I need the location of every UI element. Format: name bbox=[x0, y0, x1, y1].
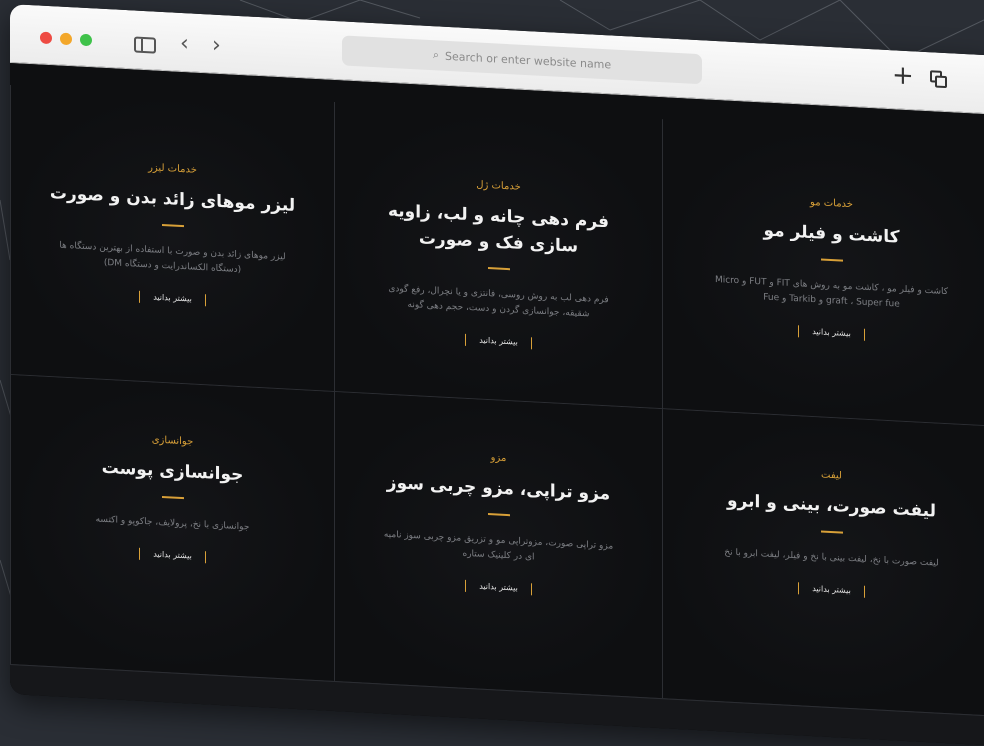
service-category: خدمات لیزر bbox=[148, 162, 197, 176]
address-bar[interactable]: ⌕ Search or enter website name bbox=[342, 35, 702, 85]
back-arrow-icon[interactable]: ‹ bbox=[180, 31, 189, 56]
gold-divider bbox=[487, 267, 510, 271]
learn-more-button[interactable]: بیشتر بدانید bbox=[798, 323, 865, 341]
service-card: خدمات لیزر لیزر موهای زائد بدن و صورت لی… bbox=[10, 85, 334, 392]
services-grid: خدمات مو کاشت و فیلر مو کاشت و فیلر مو ،… bbox=[10, 85, 984, 717]
address-placeholder: Search or enter website name bbox=[444, 49, 612, 72]
service-card: جوانسازی جوانسازی پوست جوانسازی با نخ، پ… bbox=[10, 375, 334, 682]
tab-overview-icon[interactable] bbox=[930, 70, 947, 89]
gold-divider bbox=[487, 513, 510, 517]
service-card: لیفت لیفت صورت، بینی و ابرو لیفت صورت با… bbox=[662, 409, 984, 717]
gold-divider bbox=[820, 530, 843, 534]
service-title: کاشت و فیلر مو bbox=[763, 220, 900, 248]
service-card: خدمات ژل فرم دهی چانه و لب، زاویه سازی ف… bbox=[334, 101, 662, 410]
minimize-window-button[interactable] bbox=[60, 32, 72, 46]
service-category: خدمات ژل bbox=[476, 179, 521, 193]
service-category: خدمات مو bbox=[810, 196, 853, 211]
service-description: لیفت صورت با نخ، لیفت بینی با نخ و فیلر،… bbox=[724, 547, 939, 569]
service-description: جوانسازی با نخ، پرولایف، جاکوپو و اکتسه bbox=[95, 514, 250, 533]
service-description: کاشت و فیلر مو ، کاشت مو به روش های FIT … bbox=[714, 274, 949, 310]
service-description: فرم دهی لب به روش روسی، فانتزی و یا نچرا… bbox=[388, 283, 609, 320]
service-title: جوانسازی پوست bbox=[101, 457, 244, 486]
page-content: خدمات مو کاشت و فیلر مو کاشت و فیلر مو ،… bbox=[10, 63, 984, 746]
learn-more-button[interactable]: بیشتر بدانید bbox=[465, 578, 532, 596]
learn-more-button[interactable]: بیشتر بدانید bbox=[798, 580, 865, 598]
service-description: لیزر موهای زائد بدن و صورت با استفاده از… bbox=[59, 240, 286, 276]
close-window-button[interactable] bbox=[40, 31, 52, 45]
browser-window: ‹ › ⌕ Search or enter website name + خدم… bbox=[10, 4, 984, 746]
service-category: لیفت bbox=[821, 469, 842, 482]
gold-divider bbox=[161, 495, 184, 500]
new-tab-plus-icon[interactable]: + bbox=[892, 60, 914, 91]
maximize-window-button[interactable] bbox=[80, 33, 92, 47]
service-title: مزو تراپی، مزو چربی سوز bbox=[386, 472, 611, 505]
learn-more-button[interactable]: بیشتر بدانید bbox=[465, 332, 532, 350]
service-category: مزو bbox=[490, 452, 507, 465]
service-title: فرم دهی چانه و لب، زاویه سازی فک و صورت bbox=[387, 200, 610, 257]
service-category: جوانسازی bbox=[151, 434, 194, 448]
service-title: لیزر موهای زائد بدن و صورت bbox=[49, 183, 296, 216]
learn-more-button[interactable]: بیشتر بدانید bbox=[139, 546, 206, 564]
browser-mockup: ‹ › ⌕ Search or enter website name + خدم… bbox=[0, 0, 984, 746]
sidebar-toggle-icon[interactable] bbox=[134, 36, 156, 54]
gold-divider bbox=[161, 223, 184, 228]
gold-divider bbox=[820, 258, 843, 262]
service-title: لیفت صورت، بینی و ابرو bbox=[726, 490, 937, 522]
window-controls bbox=[40, 31, 92, 47]
service-description: مزو تراپی صورت، مزوتراپی مو و تزریق مزو … bbox=[383, 529, 614, 563]
forward-arrow-icon[interactable]: › bbox=[212, 33, 221, 58]
search-icon: ⌕ bbox=[432, 48, 439, 62]
service-card: مزو مزو تراپی، مزو چربی سوز مزو تراپی صو… bbox=[334, 391, 662, 700]
learn-more-button[interactable]: بیشتر بدانید bbox=[139, 289, 206, 307]
service-card: خدمات مو کاشت و فیلر مو کاشت و فیلر مو ،… bbox=[662, 119, 984, 427]
